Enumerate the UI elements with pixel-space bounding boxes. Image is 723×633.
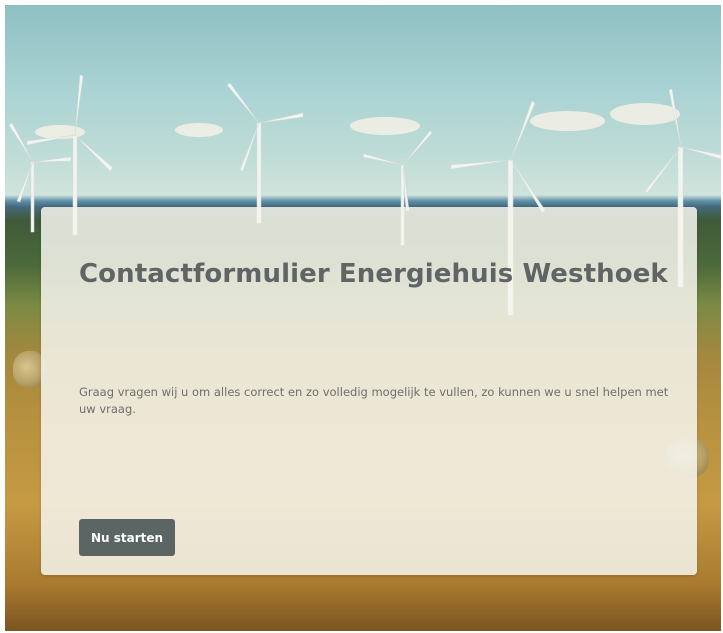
- turbine-blade: [16, 161, 34, 203]
- turbine-blade: [26, 134, 76, 146]
- turbine-blade: [450, 159, 512, 170]
- turbine-blade: [668, 88, 682, 148]
- turbine-blade: [226, 82, 260, 124]
- page-title: Contactformulier Energiehuis Westhoek: [79, 259, 668, 289]
- start-button[interactable]: Nu starten: [79, 519, 175, 556]
- turbine-blade: [32, 156, 72, 163]
- intro-text: Graag vragen wij u om alles correct en z…: [79, 385, 669, 416]
- turbine-blade: [239, 122, 260, 172]
- turbine-blade: [402, 130, 433, 166]
- turbine-blade: [644, 146, 682, 194]
- turbine-blade: [74, 74, 84, 136]
- turbine-blade: [362, 153, 404, 166]
- turbine-blade: [680, 146, 721, 160]
- page-frame: Contactformulier Energiehuis Westhoek Gr…: [5, 5, 721, 631]
- turbine-blade: [258, 112, 304, 124]
- turbine-blade: [510, 159, 546, 213]
- turbine-blade: [510, 100, 536, 161]
- turbine-tower: [30, 161, 35, 233]
- turbine-blade: [74, 134, 114, 172]
- contact-form-card: Contactformulier Energiehuis Westhoek Gr…: [41, 207, 697, 575]
